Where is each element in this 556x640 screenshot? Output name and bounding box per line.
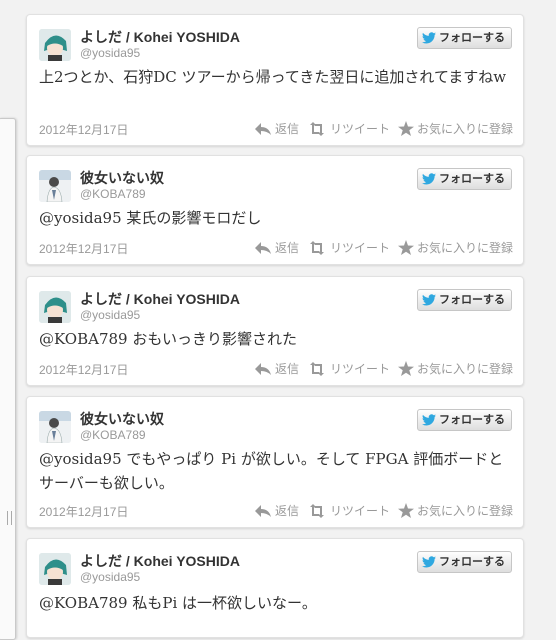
tweet-date[interactable]: 2012年12月17日 bbox=[39, 503, 128, 520]
reply-icon bbox=[254, 122, 271, 135]
twitter-bird-icon bbox=[422, 32, 436, 44]
resize-handle[interactable] bbox=[7, 511, 12, 525]
tweet-actions: 返信 リツイート お気に入りに登録 bbox=[254, 360, 513, 377]
user-name[interactable]: 彼女いない奴 bbox=[80, 168, 164, 188]
reply-icon bbox=[254, 362, 271, 375]
side-panel bbox=[0, 118, 16, 640]
retweet-label: リツイート bbox=[329, 504, 390, 518]
star-icon bbox=[397, 361, 414, 376]
favorite-button[interactable]: お気に入りに登録 bbox=[397, 239, 513, 256]
avatar[interactable] bbox=[39, 553, 71, 585]
star-icon bbox=[397, 503, 414, 518]
tweet-card: 彼女いない奴 @KOBA789 フォローする @yosida95 でもやっぱり … bbox=[26, 396, 524, 528]
tweet-actions: 返信 リツイート お気に入りに登録 bbox=[254, 502, 513, 519]
twitter-bird-icon bbox=[422, 294, 436, 306]
tweet-card: よしだ / Kohei YOSHIDA @yosida95 フォローする @KO… bbox=[26, 538, 524, 638]
tweet-date[interactable]: 2012年12月17日 bbox=[39, 240, 128, 257]
reply-icon bbox=[254, 504, 271, 517]
tweet-text: @KOBA789 私もPi は一杯欲しいなー。 bbox=[39, 594, 317, 612]
avatar[interactable] bbox=[39, 291, 71, 323]
follow-label: フォローする bbox=[439, 294, 505, 306]
follow-label: フォローする bbox=[439, 556, 505, 568]
reply-button[interactable]: 返信 bbox=[254, 239, 299, 256]
retweet-label: リツイート bbox=[329, 122, 390, 136]
star-icon bbox=[397, 121, 414, 136]
user-handle[interactable]: @yosida95 bbox=[80, 570, 140, 584]
tweet-text: @yosida95 でもやっぱり Pi が欲しい。そして FPGA 評価ボードと… bbox=[39, 450, 504, 492]
favorite-button[interactable]: お気に入りに登録 bbox=[397, 360, 513, 377]
reply-label: 返信 bbox=[274, 504, 299, 518]
star-icon bbox=[397, 240, 414, 255]
follow-button[interactable]: フォローする bbox=[417, 551, 512, 573]
retweet-icon bbox=[309, 503, 324, 518]
retweet-icon bbox=[309, 361, 324, 376]
user-name[interactable]: 彼女いない奴 bbox=[80, 409, 164, 429]
tweet-card: よしだ / Kohei YOSHIDA @yosida95 フォローする @KO… bbox=[26, 276, 524, 386]
avatar[interactable] bbox=[39, 170, 71, 202]
avatar[interactable] bbox=[39, 411, 71, 443]
favorite-button[interactable]: お気に入りに登録 bbox=[397, 120, 513, 137]
reply-icon bbox=[254, 241, 271, 254]
user-name[interactable]: よしだ / Kohei YOSHIDA bbox=[80, 551, 240, 571]
tweet-date[interactable]: 2012年12月17日 bbox=[39, 121, 128, 138]
user-name[interactable]: よしだ / Kohei YOSHIDA bbox=[80, 27, 240, 47]
reply-button[interactable]: 返信 bbox=[254, 360, 299, 377]
user-handle[interactable]: @KOBA789 bbox=[80, 428, 146, 442]
user-handle[interactable]: @yosida95 bbox=[80, 46, 140, 60]
retweet-button[interactable]: リツイート bbox=[307, 502, 390, 519]
reply-button[interactable]: 返信 bbox=[254, 120, 299, 137]
tweet-date[interactable]: 2012年12月17日 bbox=[39, 361, 128, 378]
twitter-bird-icon bbox=[422, 556, 436, 568]
tweet-text: @KOBA789 おもいっきり影響された bbox=[39, 330, 298, 348]
retweet-button[interactable]: リツイート bbox=[307, 120, 390, 137]
reply-label: 返信 bbox=[274, 362, 299, 376]
twitter-bird-icon bbox=[422, 414, 436, 426]
tweet-card: よしだ / Kohei YOSHIDA @yosida95 フォローする 上2つ… bbox=[26, 14, 524, 146]
tweet-text: @yosida95 某氏の影響モロだし bbox=[39, 209, 262, 227]
favorite-button[interactable]: お気に入りに登録 bbox=[397, 502, 513, 519]
retweet-button[interactable]: リツイート bbox=[307, 239, 390, 256]
favorite-label: お気に入りに登録 bbox=[416, 504, 513, 518]
tweet-card: 彼女いない奴 @KOBA789 フォローする @yosida95 某氏の影響モロ… bbox=[26, 155, 524, 265]
user-name[interactable]: よしだ / Kohei YOSHIDA bbox=[80, 289, 240, 309]
user-handle[interactable]: @yosida95 bbox=[80, 308, 140, 322]
follow-label: フォローする bbox=[439, 173, 505, 185]
avatar[interactable] bbox=[39, 29, 71, 61]
follow-button[interactable]: フォローする bbox=[417, 27, 512, 49]
retweet-button[interactable]: リツイート bbox=[307, 360, 390, 377]
follow-button[interactable]: フォローする bbox=[417, 168, 512, 190]
follow-label: フォローする bbox=[439, 32, 505, 44]
retweet-label: リツイート bbox=[329, 362, 390, 376]
follow-button[interactable]: フォローする bbox=[417, 409, 512, 431]
follow-button[interactable]: フォローする bbox=[417, 289, 512, 311]
favorite-label: お気に入りに登録 bbox=[416, 362, 513, 376]
user-handle[interactable]: @KOBA789 bbox=[80, 187, 146, 201]
retweet-label: リツイート bbox=[329, 241, 390, 255]
retweet-icon bbox=[309, 121, 324, 136]
tweet-actions: 返信 リツイート お気に入りに登録 bbox=[254, 120, 513, 137]
twitter-bird-icon bbox=[422, 173, 436, 185]
favorite-label: お気に入りに登録 bbox=[416, 122, 513, 136]
favorite-label: お気に入りに登録 bbox=[416, 241, 513, 255]
follow-label: フォローする bbox=[439, 414, 505, 426]
tweet-text: 上2つとか、石狩DC ツアーから帰ってきた翌日に追加されてますねw bbox=[39, 68, 507, 86]
tweet-actions: 返信 リツイート お気に入りに登録 bbox=[254, 239, 513, 256]
retweet-icon bbox=[309, 240, 324, 255]
reply-label: 返信 bbox=[274, 241, 299, 255]
reply-label: 返信 bbox=[274, 122, 299, 136]
reply-button[interactable]: 返信 bbox=[254, 502, 299, 519]
